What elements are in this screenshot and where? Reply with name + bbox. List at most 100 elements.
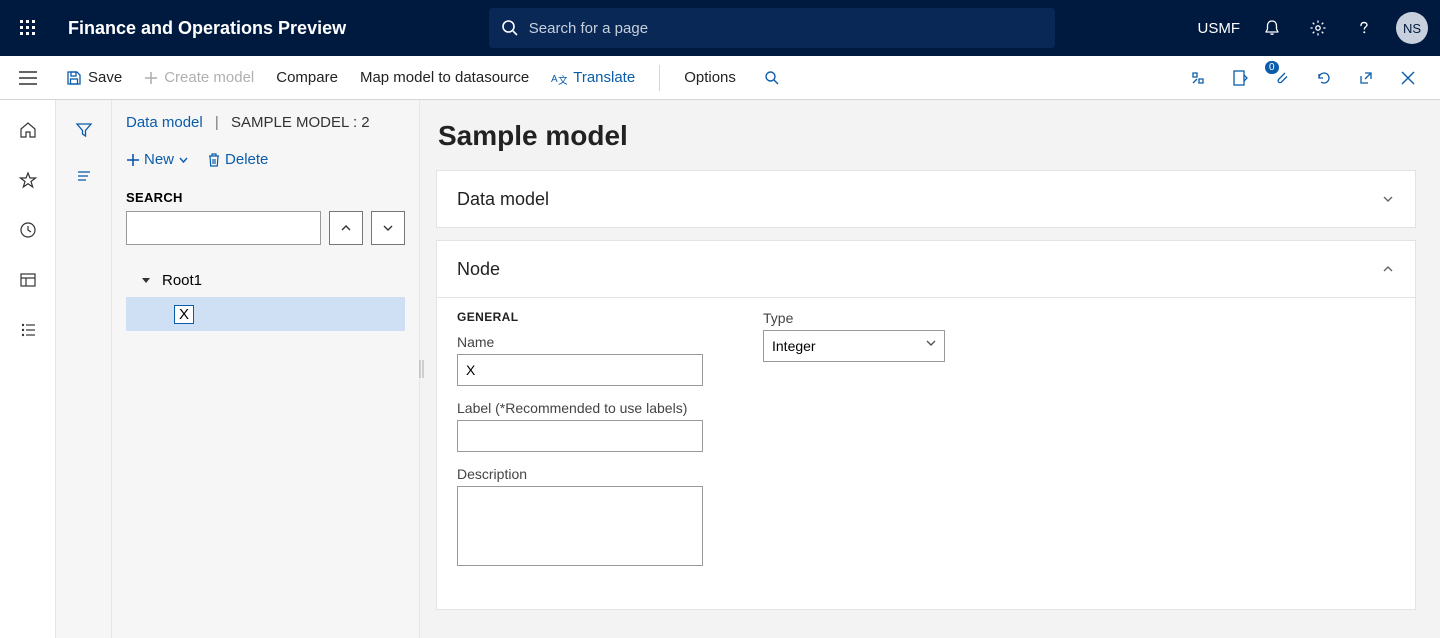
home-icon[interactable] [16,118,40,142]
name-label: Name [457,334,703,350]
chevron-down-icon [1381,192,1395,206]
page-title: Sample model [438,120,1416,152]
compare-button[interactable]: Compare [276,69,338,86]
delete-label: Delete [225,151,268,168]
data-model-card-header[interactable]: Data model [437,171,1415,227]
list-icon[interactable] [72,164,96,188]
breadcrumb-current: SAMPLE MODEL : 2 [231,114,370,131]
tree-search-input[interactable] [126,211,321,245]
translate-button[interactable]: A文 Translate [551,69,635,86]
breadcrumb: Data model | SAMPLE MODEL : 2 [126,114,405,131]
user-avatar[interactable]: NS [1396,12,1428,44]
action-divider [659,65,660,91]
map-model-button[interactable]: Map model to datasource [360,69,529,86]
save-button[interactable]: Save [66,69,122,86]
options-button[interactable]: Options [684,69,736,86]
node-card-title: Node [457,259,500,280]
node-card-header[interactable]: Node [437,241,1415,297]
search-section-label: SEARCH [126,190,405,205]
map-model-label: Map model to datasource [360,69,529,86]
recent-icon[interactable] [16,218,40,242]
search-icon [501,19,519,37]
settings-icon[interactable] [1304,14,1332,42]
description-field: Description [457,466,703,571]
global-search-input[interactable] [529,20,1043,37]
side-panel: Data model | SAMPLE MODEL : 2 New Delete… [112,100,420,638]
tree-search-row [126,211,405,245]
app-launcher-icon[interactable] [12,12,44,44]
trash-icon [207,152,221,168]
tree-child-label: X [174,305,194,324]
close-icon[interactable] [1394,64,1422,92]
svg-text:文: 文 [558,74,567,86]
general-section-title: GENERAL [457,310,703,324]
data-model-card: Data model [436,170,1416,228]
node-card: Node GENERAL Name Label (*Recommended to… [436,240,1416,610]
workspaces-icon[interactable] [16,268,40,292]
svg-text:A: A [551,74,558,85]
panel-resize-handle[interactable] [419,360,425,378]
node-type-column: Type Integer [763,310,945,585]
left-navigation-rail [0,100,56,638]
translate-label: Translate [573,69,635,86]
popout-icon[interactable] [1352,64,1380,92]
chevron-up-icon [1381,262,1395,276]
filter-icon[interactable] [72,118,96,142]
label-input[interactable] [457,420,703,452]
create-model-label: Create model [164,69,254,86]
breadcrumb-separator: | [215,114,219,131]
data-model-card-title: Data model [457,189,549,210]
node-card-body: GENERAL Name Label (*Recommended to use … [437,297,1415,609]
description-label: Description [457,466,703,482]
compare-label: Compare [276,69,338,86]
name-input[interactable] [457,354,703,386]
options-label: Options [684,69,736,86]
refresh-icon[interactable] [1310,64,1338,92]
attachments-icon[interactable]: 0 [1268,64,1296,92]
top-navigation: Finance and Operations Preview USMF NS [0,0,1440,56]
delete-button[interactable]: Delete [207,151,268,168]
notifications-icon[interactable] [1258,14,1286,42]
translate-icon: A文 [551,70,567,86]
new-label: New [144,151,174,168]
chevron-up-icon [339,221,353,235]
label-label: Label (*Recommended to use labels) [457,400,703,416]
search-prev-button[interactable] [329,211,363,245]
personalize-icon[interactable] [1184,64,1212,92]
global-search[interactable] [489,8,1055,48]
attachments-badge: 0 [1265,61,1279,74]
caret-down-icon[interactable] [140,275,152,285]
save-button-label: Save [88,69,122,86]
label-field: Label (*Recommended to use labels) [457,400,703,452]
header-right-group: USMF NS [1198,12,1429,44]
page-options-icon[interactable] [1226,64,1254,92]
plus-icon [144,71,158,85]
filter-rail [56,100,112,638]
tree-node-child[interactable]: X [126,297,405,331]
description-input[interactable] [457,486,703,566]
type-field: Type Integer [763,310,945,362]
plus-icon [126,153,140,167]
page-body: Data model | SAMPLE MODEL : 2 New Delete… [0,100,1440,638]
breadcrumb-root-link[interactable]: Data model [126,114,203,131]
nav-toggle-icon[interactable] [0,71,56,85]
action-search-button[interactable] [764,70,780,86]
save-icon [66,70,82,86]
model-tree: Root1 X [126,263,405,331]
company-picker[interactable]: USMF [1198,20,1241,37]
side-toolbar: New Delete [126,151,405,168]
modules-icon[interactable] [16,318,40,342]
type-select[interactable]: Integer [763,330,945,362]
favorites-icon[interactable] [16,168,40,192]
search-icon [764,70,780,86]
chevron-down-icon [178,154,189,165]
type-label: Type [763,310,945,326]
tree-node-root[interactable]: Root1 [126,263,405,297]
name-field: Name [457,334,703,386]
help-icon[interactable] [1350,14,1378,42]
search-next-button[interactable] [371,211,405,245]
new-button[interactable]: New [126,151,189,168]
node-general-column: GENERAL Name Label (*Recommended to use … [457,310,703,585]
action-bar: Save Create model Compare Map model to d… [0,56,1440,100]
tree-root-label: Root1 [162,272,202,289]
